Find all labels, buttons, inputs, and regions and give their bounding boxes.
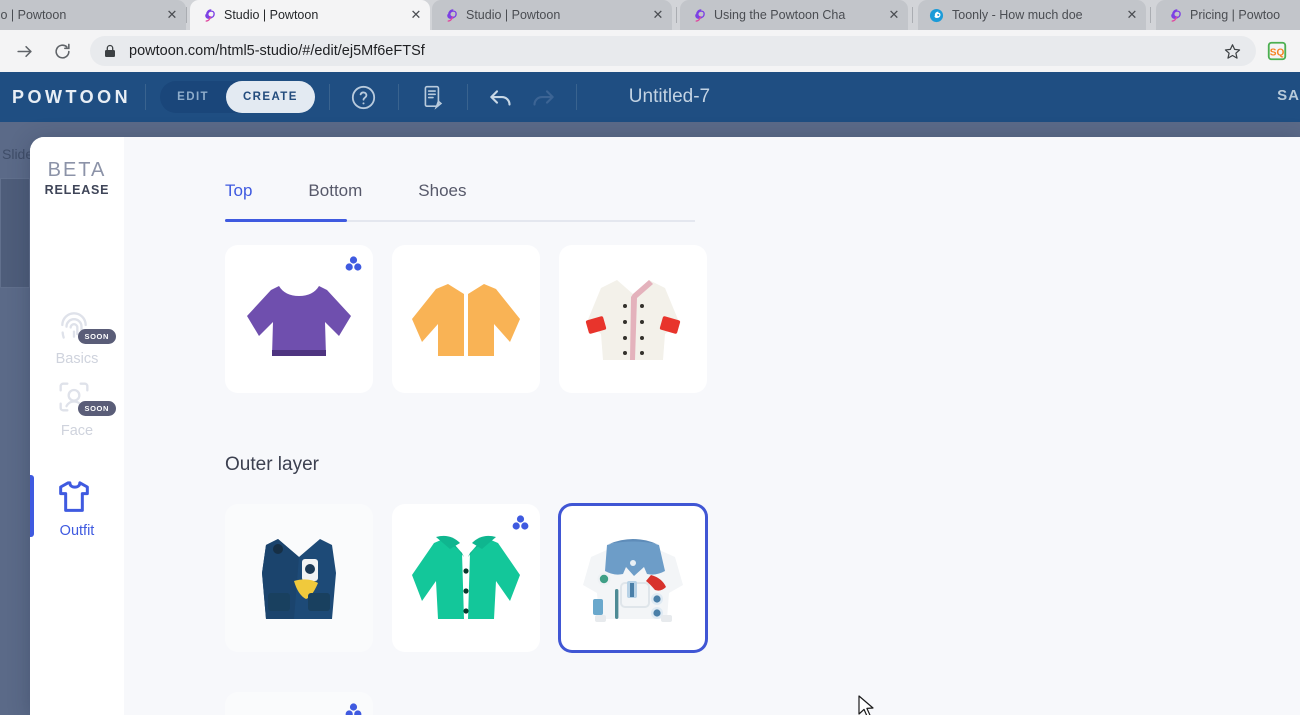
soon-badge: SOON: [77, 329, 116, 344]
beta-title: BETA: [47, 159, 107, 181]
outer-layer-grid: [225, 504, 726, 652]
powtoon-logo[interactable]: POWTOON: [12, 87, 131, 108]
browser-tab[interactable]: Using the Powtoon Cha ✕: [680, 0, 908, 30]
tab-top[interactable]: Top: [225, 181, 252, 215]
screen-root: Studio | Powtoon ✕ Studio | Powtoon ✕ St…: [0, 0, 1300, 715]
outer-layer-title: Outer layer: [225, 454, 319, 475]
browser-tab-strip: Studio | Powtoon ✕ Studio | Powtoon ✕ St…: [0, 0, 1300, 30]
tab-title: Using the Powtoon Cha: [714, 8, 846, 22]
tab-divider: [912, 7, 913, 23]
tab-divider: [676, 7, 677, 23]
face-scan-icon: SOON: [54, 377, 116, 417]
powtoon-icon: [442, 7, 458, 23]
browser-tab[interactable]: Toonly - How much doe ✕: [918, 0, 1146, 30]
powtoon-icon: [1166, 7, 1182, 23]
mode-toggle: EDIT CREATE: [160, 81, 315, 113]
tabs-active-indicator: [225, 219, 347, 222]
tab-divider: [1150, 7, 1151, 23]
partial-items-grid: [225, 692, 392, 715]
sidebar-item-face[interactable]: SOON Face: [30, 377, 124, 453]
color-variant-badge[interactable]: [512, 515, 529, 530]
header-divider: [575, 84, 577, 110]
browser-tab[interactable]: Pricing | Powtoo: [1156, 0, 1300, 30]
outfit-item-navy-tactical-vest[interactable]: [225, 504, 373, 652]
close-icon[interactable]: ✕: [886, 7, 902, 23]
browser-tab[interactable]: Studio | Powtoon ✕: [0, 0, 186, 30]
slide-thumbnail[interactable]: [0, 178, 30, 288]
arrow-forward-icon[interactable]: [8, 35, 40, 67]
top-items-grid: [225, 245, 726, 393]
beta-subtitle: RELEASE: [44, 183, 110, 197]
outfit-item-white-chef-coat[interactable]: [559, 245, 707, 393]
fingerprint-icon: SOON: [54, 305, 116, 345]
sidebar-item-outfit[interactable]: Outfit: [30, 477, 124, 553]
save-button[interactable]: SA: [1277, 87, 1300, 104]
slides-label: Slide: [2, 146, 34, 162]
outfit-item-teal-cardigan[interactable]: [392, 504, 540, 652]
header-divider: [466, 84, 468, 110]
browser-tab[interactable]: Studio | Powtoon ✕: [432, 0, 672, 30]
tshirt-icon: [54, 477, 100, 517]
browser-toolbar: powtoon.com/html5-studio/#/edit/ej5Mf6eF…: [0, 30, 1300, 72]
address-bar[interactable]: powtoon.com/html5-studio/#/edit/ej5Mf6eF…: [90, 36, 1256, 66]
extension-icon[interactable]: SQ: [1264, 38, 1290, 64]
edit-mode-button[interactable]: EDIT: [160, 81, 226, 113]
color-variant-badge[interactable]: [345, 703, 362, 715]
close-icon[interactable]: ✕: [164, 7, 180, 23]
close-icon[interactable]: ✕: [408, 7, 424, 23]
outfit-content: Top Bottom Shoes Outer layer: [124, 137, 744, 715]
powtoon-icon: [200, 7, 216, 23]
notes-edit-icon[interactable]: [413, 77, 453, 117]
sidebar-item-basics[interactable]: SOON Basics: [30, 305, 124, 381]
panel-rail: BETA RELEASE SOON Basics SOON Face Outfi…: [30, 137, 124, 715]
tab-title: Studio | Powtoon: [466, 8, 561, 22]
app-header: POWTOON EDIT CREATE Untitled-7 SA: [0, 72, 1300, 122]
powtoon-icon: [690, 7, 706, 23]
lock-icon: [104, 44, 118, 58]
create-mode-button[interactable]: CREATE: [225, 81, 315, 113]
header-divider: [328, 84, 330, 110]
close-icon[interactable]: ✕: [1124, 7, 1140, 23]
sidebar-item-label: Outfit: [59, 523, 95, 539]
tab-divider: [186, 7, 187, 23]
undo-arrow-icon[interactable]: [482, 77, 522, 117]
soon-badge: SOON: [77, 401, 116, 416]
tab-shoes[interactable]: Shoes: [418, 181, 466, 215]
outfit-item-black-jacket[interactable]: [225, 692, 373, 715]
tab-title: Studio | Powtoon: [0, 8, 67, 22]
close-icon[interactable]: ✕: [650, 7, 666, 23]
header-divider: [145, 84, 147, 110]
outfit-item-orange-cardigan[interactable]: [392, 245, 540, 393]
outfit-item-white-blue-lab-coat[interactable]: [559, 504, 707, 652]
color-variant-badge[interactable]: [345, 256, 362, 271]
sidebar-item-label: Basics: [55, 351, 99, 367]
tab-title: Pricing | Powtoo: [1190, 8, 1281, 22]
url-text: powtoon.com/html5-studio/#/edit/ej5Mf6eF…: [129, 43, 425, 59]
mouse-pointer-icon: [858, 695, 876, 715]
document-title[interactable]: Untitled-7: [629, 86, 710, 108]
tab-title: Toonly - How much doe: [952, 8, 1083, 22]
browser-tab-active[interactable]: Studio | Powtoon ✕: [190, 0, 430, 30]
redo-arrow-icon[interactable]: [522, 77, 562, 117]
svg-text:SQ: SQ: [1270, 48, 1285, 59]
tab-bottom[interactable]: Bottom: [308, 181, 362, 215]
beta-release-panel: BETA RELEASE SOON Basics SOON Face Outfi…: [30, 137, 1300, 715]
sidebar-item-label: Face: [60, 423, 94, 439]
question-mark-circle-icon[interactable]: [344, 77, 384, 117]
tab-title: Studio | Powtoon: [224, 8, 319, 22]
reload-icon[interactable]: [46, 35, 78, 67]
bookmark-star-icon[interactable]: [1222, 43, 1242, 60]
toonly-icon: [928, 7, 944, 23]
header-divider: [397, 84, 399, 110]
outfit-item-purple-sweater[interactable]: [225, 245, 373, 393]
